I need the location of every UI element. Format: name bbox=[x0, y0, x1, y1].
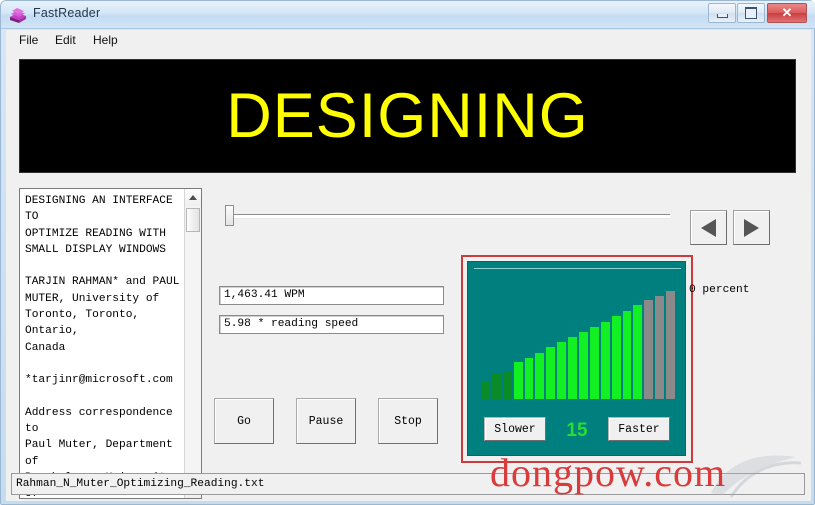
progress-slider[interactable] bbox=[224, 200, 674, 230]
go-button[interactable]: Go bbox=[214, 398, 274, 444]
panel-divider bbox=[474, 268, 681, 269]
books-stack-icon bbox=[10, 8, 26, 23]
speed-bar bbox=[644, 300, 654, 399]
menu-bar: File Edit Help bbox=[6, 30, 811, 51]
close-button[interactable]: ✕ bbox=[767, 3, 807, 23]
slider-track[interactable] bbox=[229, 214, 670, 219]
menu-item-help[interactable]: Help bbox=[88, 32, 123, 48]
speed-bar bbox=[481, 381, 490, 399]
document-text-panel[interactable]: DESIGNING AN INTERFACE TO OPTIMIZE READI… bbox=[19, 188, 202, 499]
document-text: DESIGNING AN INTERFACE TO OPTIMIZE READI… bbox=[25, 195, 180, 498]
application-window: FastReader ✕ File Edit Help DESIGNING DE… bbox=[0, 0, 815, 505]
speed-bar bbox=[611, 316, 621, 399]
arrow-right-icon bbox=[744, 218, 759, 237]
speed-bar bbox=[600, 322, 610, 399]
scroll-up-icon[interactable] bbox=[185, 189, 201, 206]
speed-value: 15 bbox=[566, 420, 588, 441]
menu-item-edit[interactable]: Edit bbox=[50, 32, 81, 48]
speed-bar bbox=[546, 347, 556, 399]
current-word: DESIGNING bbox=[226, 80, 589, 151]
minimize-icon bbox=[709, 4, 735, 22]
scrollbar-thumb[interactable] bbox=[186, 208, 200, 232]
speed-bar bbox=[502, 371, 512, 399]
speed-control-panel: Slower 15 Faster bbox=[467, 261, 686, 456]
speed-bar bbox=[622, 311, 632, 399]
previous-button[interactable] bbox=[690, 210, 727, 245]
percent-label: 0 percent bbox=[689, 284, 750, 296]
speed-bar bbox=[579, 332, 588, 399]
maximize-button[interactable] bbox=[737, 3, 765, 23]
speed-bar bbox=[535, 353, 545, 399]
speed-bar-meter bbox=[481, 291, 676, 399]
window-title: FastReader bbox=[33, 6, 101, 20]
client-area: DESIGNING DESIGNING AN INTERFACE TO OPTI… bbox=[6, 50, 811, 501]
slower-button[interactable]: Slower bbox=[484, 417, 546, 441]
speed-bar bbox=[655, 296, 665, 399]
menu-item-file[interactable]: File bbox=[14, 32, 43, 48]
speed-bar bbox=[568, 337, 578, 399]
title-bar: FastReader ✕ bbox=[1, 1, 815, 29]
close-icon: ✕ bbox=[781, 5, 793, 20]
stop-button[interactable]: Stop bbox=[378, 398, 438, 444]
minimize-button[interactable] bbox=[708, 3, 736, 23]
speed-bar bbox=[589, 327, 599, 399]
speed-bar bbox=[513, 362, 523, 399]
speed-bar bbox=[633, 305, 643, 399]
speed-bar bbox=[666, 291, 676, 399]
speed-multiplier-readout: 5.98 * reading speed bbox=[219, 315, 444, 334]
text-scrollbar[interactable] bbox=[184, 189, 201, 498]
slider-thumb[interactable] bbox=[225, 205, 234, 226]
word-display-panel: DESIGNING bbox=[19, 59, 796, 173]
faster-button[interactable]: Faster bbox=[608, 417, 670, 441]
next-button[interactable] bbox=[733, 210, 770, 245]
speed-bar bbox=[524, 358, 534, 399]
arrow-left-icon bbox=[701, 218, 716, 237]
wpm-readout: 1,463.41 WPM bbox=[219, 286, 444, 305]
maximize-icon bbox=[738, 4, 764, 22]
pause-button[interactable]: Pause bbox=[296, 398, 356, 444]
speed-bar bbox=[491, 374, 501, 399]
speed-bar bbox=[557, 342, 567, 399]
status-bar: Rahman_N_Muter_Optimizing_Reading.txt bbox=[11, 473, 805, 495]
